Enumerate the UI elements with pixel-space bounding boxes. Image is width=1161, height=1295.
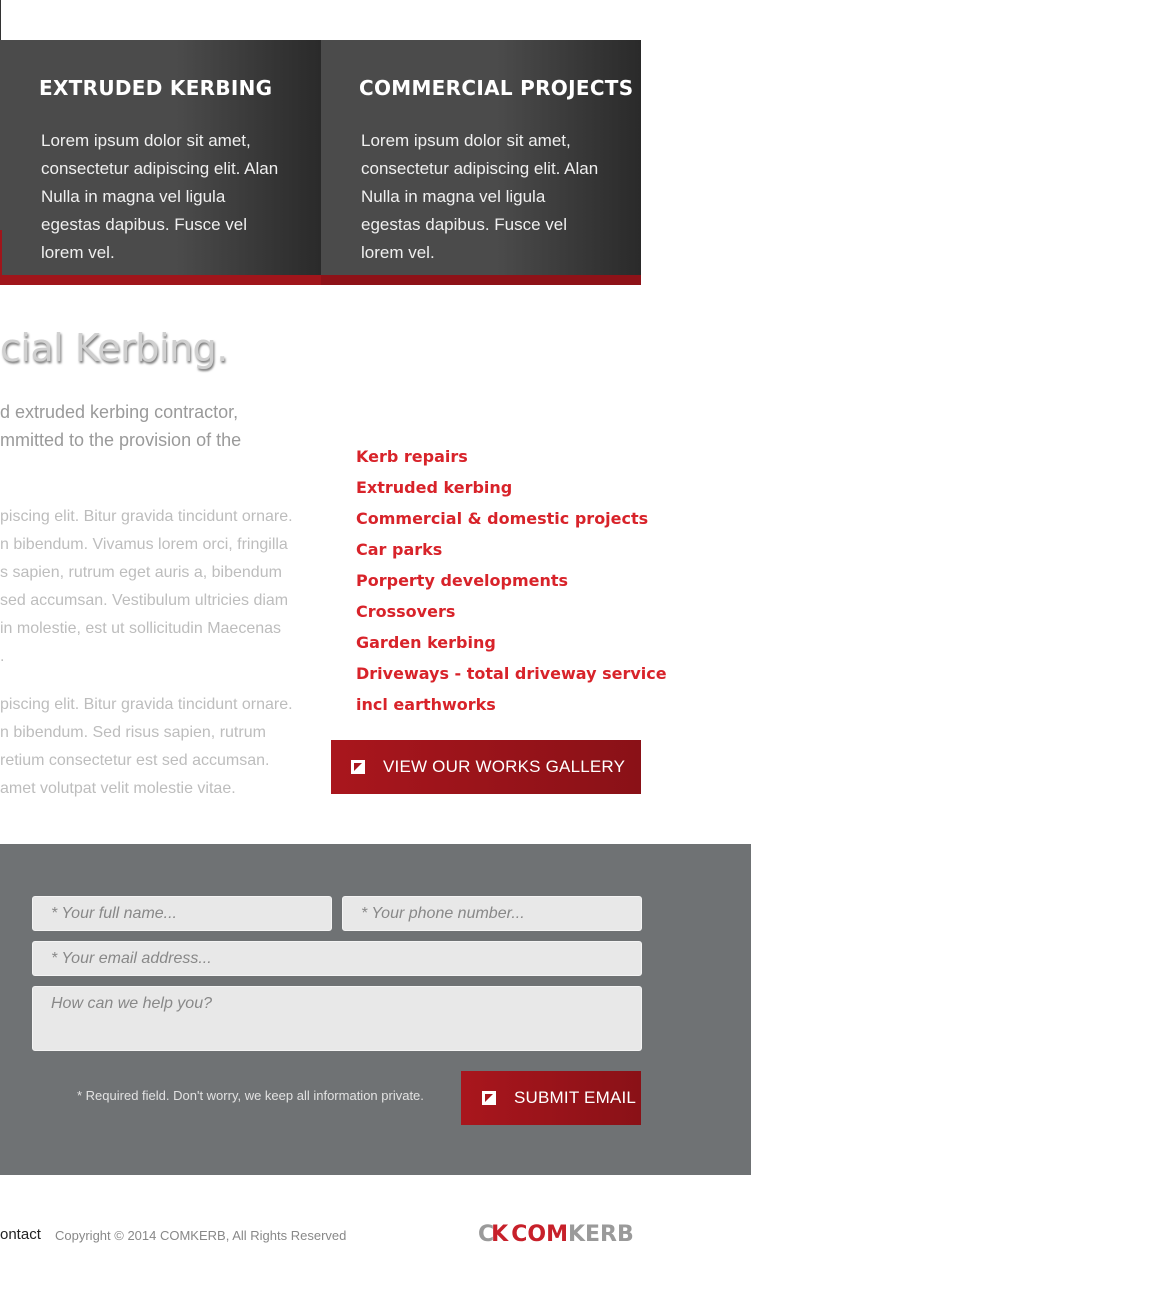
view-gallery-button[interactable]: VIEW OUR WORKS GALLERY bbox=[331, 740, 641, 794]
panel-text: Lorem ipsum dolor sit amet, consectetur … bbox=[41, 131, 279, 262]
body-paragraph: piscing elit. Bitur gravida tincidunt or… bbox=[0, 508, 293, 665]
intro-text: d extruded kerbing contractor, mmitted t… bbox=[0, 402, 242, 450]
name-field[interactable] bbox=[32, 896, 332, 931]
email-field[interactable] bbox=[32, 941, 642, 976]
service-item[interactable]: Kerb repairs bbox=[356, 441, 667, 472]
panel-commercial-projects[interactable]: COMMERCIAL PROJECTS Lorem ipsum dolor si… bbox=[321, 40, 641, 275]
submit-email-button[interactable]: SUBMIT EMAIL bbox=[461, 1071, 641, 1125]
button-label: SUBMIT EMAIL bbox=[514, 1088, 637, 1107]
service-item[interactable]: Porperty developments bbox=[356, 565, 667, 596]
top-divider bbox=[0, 0, 1, 40]
service-item[interactable]: incl earthworks bbox=[356, 689, 667, 720]
service-item[interactable]: Crossovers bbox=[356, 596, 667, 627]
section-headline: cial Kerbing. bbox=[0, 326, 228, 370]
form-note: * Required field. Don't worry, we keep a… bbox=[77, 1088, 424, 1103]
panel-extruded-kerbing[interactable]: EXTRUDED KERBING Lorem ipsum dolor sit a… bbox=[0, 40, 321, 275]
service-item[interactable]: Driveways - total driveway service bbox=[356, 658, 667, 689]
service-item[interactable]: Extruded kerbing bbox=[356, 472, 667, 503]
panel-text: Lorem ipsum dolor sit amet, consectetur … bbox=[361, 131, 599, 262]
comkerb-logo[interactable]: CK COM KERB bbox=[478, 1222, 634, 1247]
phone-field[interactable] bbox=[342, 896, 642, 931]
service-item[interactable]: Garden kerbing bbox=[356, 627, 667, 658]
footer-contact-link[interactable]: ontact bbox=[0, 1226, 41, 1243]
panel-bar bbox=[321, 275, 641, 285]
logo-kerb: KERB bbox=[567, 1222, 634, 1247]
logo-mark-c: C bbox=[478, 1222, 494, 1247]
panel-bar bbox=[0, 275, 321, 285]
services-list: Kerb repairs Extruded kerbing Commercial… bbox=[356, 441, 667, 720]
logo-mark: CK bbox=[478, 1222, 508, 1247]
panel-title: COMMERCIAL PROJECTS bbox=[359, 76, 634, 100]
external-link-icon bbox=[351, 760, 365, 774]
logo-mark-k: K bbox=[491, 1222, 508, 1247]
service-item[interactable]: Car parks bbox=[356, 534, 667, 565]
logo-com: COM bbox=[511, 1222, 568, 1247]
service-item[interactable]: Commercial & domestic projects bbox=[356, 503, 667, 534]
panel-title: EXTRUDED KERBING bbox=[39, 76, 273, 100]
button-label: VIEW OUR WORKS GALLERY bbox=[383, 757, 626, 776]
external-link-icon bbox=[482, 1091, 496, 1105]
message-field[interactable] bbox=[32, 986, 642, 1051]
panel-accent bbox=[0, 230, 2, 275]
copyright-text: Copyright © 2014 COMKERB, All Rights Res… bbox=[55, 1228, 347, 1243]
body-paragraph: piscing elit. Bitur gravida tincidunt or… bbox=[0, 696, 293, 797]
